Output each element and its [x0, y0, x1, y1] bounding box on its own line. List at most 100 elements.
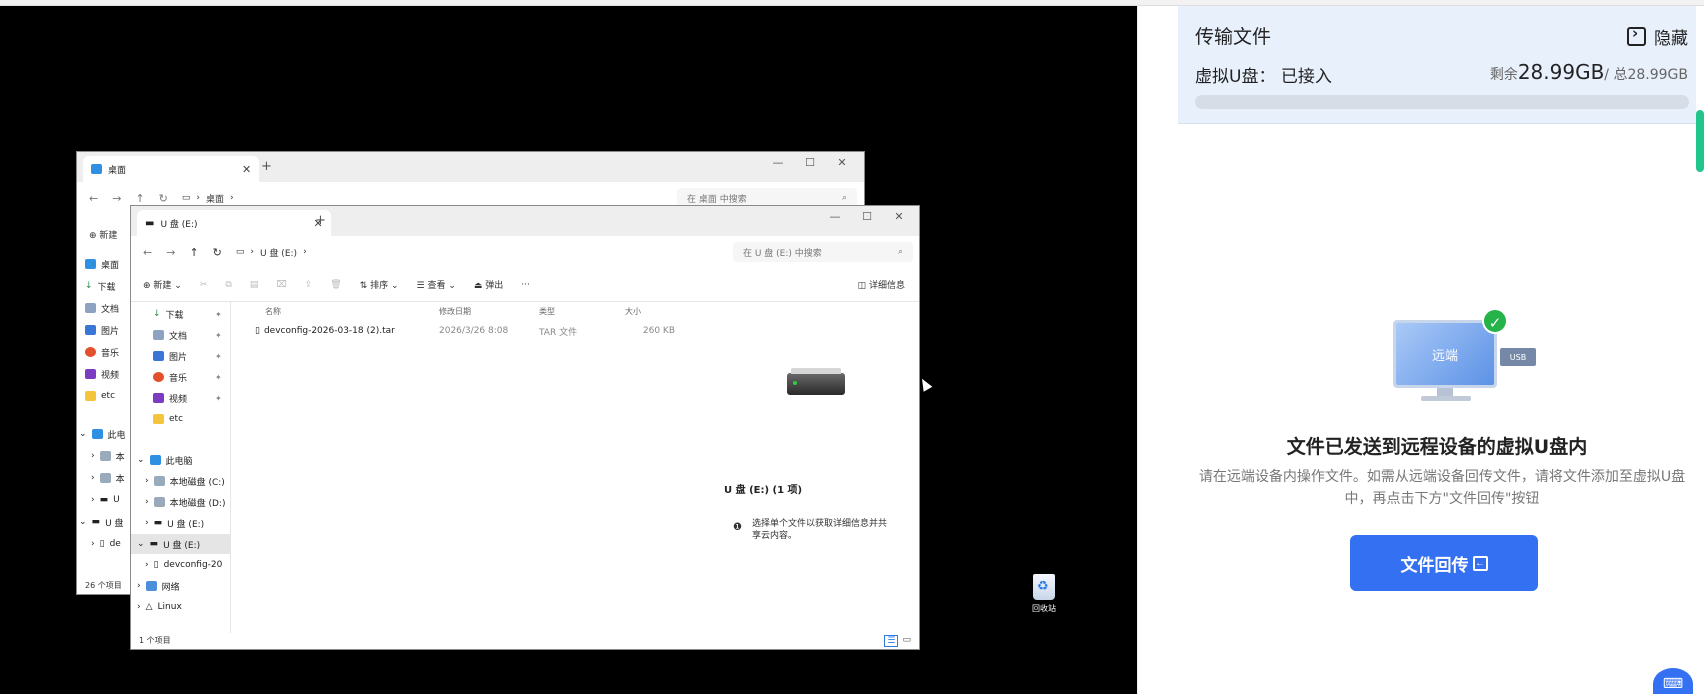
sidebar-item[interactable]: › 本: [91, 446, 125, 466]
sidebar-item-file[interactable]: › ▯ devconfig-20: [145, 555, 222, 575]
sidebar-item[interactable]: ⌄ 此电: [79, 424, 126, 444]
search-icon: ⌕: [897, 247, 903, 257]
window-controls: — ☐ ✕: [762, 156, 858, 169]
sidebar-item-drive-e[interactable]: › ▬ U 盘 (E:): [145, 513, 204, 533]
breadcrumb[interactable]: ▭ › 桌面 ›: [182, 192, 234, 205]
forward-arrow-icon[interactable]: →: [112, 192, 121, 205]
sidebar-item-network[interactable]: › 网络: [137, 576, 180, 596]
column-size[interactable]: 大小: [625, 306, 641, 322]
sidebar-item[interactable]: ↓ 下载: [85, 276, 116, 296]
back-arrow-icon[interactable]: ←: [143, 246, 152, 259]
explorer-window-usb[interactable]: ▬ U 盘 (E:) ✕ + — ☐ ✕ ← → ↑ ↻ ▭ › U 盘 (E:): [130, 205, 920, 650]
eject-button[interactable]: ⏏ 弹出: [474, 278, 503, 291]
message-title: 文件已发送到远程设备的虚拟U盘内: [1286, 436, 1588, 458]
column-date[interactable]: 修改日期: [439, 306, 471, 322]
sidebar-item-pictures[interactable]: 图片 ✦: [153, 346, 222, 366]
close-tab-icon[interactable]: ✕: [242, 163, 251, 176]
breadcrumb-item[interactable]: U 盘 (E:): [260, 246, 297, 259]
sidebar-item-documents[interactable]: 文档 ✦: [153, 325, 222, 345]
file-size: 260 KB: [642, 326, 675, 336]
title-bar[interactable]: ▬ U 盘 (E:) ✕ + — ☐ ✕: [131, 206, 919, 236]
new-tab-icon[interactable]: +: [261, 159, 272, 174]
hide-button[interactable]: 隐藏: [1627, 24, 1688, 49]
sidebar-item-etc[interactable]: etc: [153, 409, 183, 429]
search-placeholder: 在 U 盘 (E:) 中搜索: [743, 248, 822, 259]
cut-icon[interactable]: ✂: [200, 280, 208, 290]
search-box[interactable]: 在 U 盘 (E:) 中搜索 ⌕: [733, 242, 913, 262]
sidebar-item-music[interactable]: 音乐 ✦: [153, 367, 222, 387]
column-name[interactable]: 名称: [265, 306, 281, 322]
maximize-icon[interactable]: ☐: [851, 210, 883, 223]
tile-view-icon[interactable]: ▭: [902, 635, 911, 647]
sidebar-item-downloads[interactable]: ↓ 下载 ✦: [153, 304, 222, 324]
breadcrumb-item[interactable]: 桌面: [206, 192, 224, 205]
sidebar-item[interactable]: 桌面: [85, 254, 119, 274]
refresh-icon[interactable]: ↻: [159, 192, 168, 205]
new-tab-icon[interactable]: +: [315, 213, 326, 228]
maximize-icon[interactable]: ☐: [794, 156, 826, 169]
sidebar-item[interactable]: › ▯ de: [91, 534, 121, 554]
usb-status: 虚拟U盘： 已接入: [1195, 67, 1332, 87]
column-type[interactable]: 类型: [539, 306, 555, 322]
remaining-value: 28.99GB: [1517, 60, 1605, 84]
sidebar-item-drive-c[interactable]: › 本地磁盘 (C:): [145, 471, 225, 491]
refresh-icon[interactable]: ↻: [213, 246, 222, 259]
details-button[interactable]: ◫ 详细信息: [858, 278, 905, 291]
sidebar-item[interactable]: 视频: [85, 364, 119, 384]
linux-icon: △: [145, 602, 153, 612]
file-name: devconfig-2026-03-18 (2).tar: [263, 326, 395, 336]
usb-stick-icon: USB: [1500, 348, 1536, 366]
minimize-icon[interactable]: —: [762, 156, 794, 169]
minimize-icon[interactable]: —: [819, 210, 851, 223]
usb-drive-image: [787, 368, 845, 395]
view-button[interactable]: ☰ 查看 ⌄: [417, 278, 456, 291]
new-button[interactable]: ⊕ 新建 ⌄: [143, 278, 182, 291]
share-icon[interactable]: ⇪: [305, 280, 313, 290]
sidebar-item[interactable]: 图片: [85, 320, 119, 340]
sidebar-item[interactable]: ⌄ ▬ U 盘: [79, 512, 124, 532]
sort-button[interactable]: ⇅ 排序 ⌄: [360, 278, 399, 291]
storage-info: 剩余 28.99GB / 总28.99GB: [1489, 60, 1688, 84]
sidebar-item-drive-e-selected[interactable]: ⌄ ▬ U 盘 (E:): [131, 534, 230, 554]
recycle-bin[interactable]: 回收站: [1026, 574, 1062, 614]
details-info: 选择单个文件以获取详细信息并共享云内容。: [752, 519, 888, 541]
pin-icon: ✦: [215, 372, 222, 382]
back-arrow-icon[interactable]: ←: [89, 192, 98, 205]
up-arrow-icon[interactable]: ↑: [189, 246, 198, 259]
keyboard-icon[interactable]: ⌨: [1653, 668, 1693, 694]
sidebar-item[interactable]: 音乐: [85, 342, 119, 362]
delete-icon[interactable]: 🗑: [330, 280, 341, 290]
sidebar-item-linux[interactable]: › △ Linux: [137, 597, 182, 617]
close-window-icon[interactable]: ✕: [826, 156, 858, 169]
sidebar-item[interactable]: › ▬ U: [91, 490, 120, 510]
title-bar[interactable]: 桌面 ✕ + — ☐ ✕: [77, 152, 864, 182]
rename-icon[interactable]: ⌧: [276, 280, 286, 290]
sidebar-item[interactable]: › 本: [91, 468, 125, 488]
tab-usb-drive[interactable]: ▬ U 盘 (E:) ✕: [137, 210, 331, 236]
list-view-icon[interactable]: ☰: [884, 635, 899, 647]
new-button[interactable]: ⊕ 新建: [89, 228, 117, 241]
sidebar-item-drive-d[interactable]: › 本地磁盘 (D:): [145, 492, 225, 512]
sidebar-item-this-pc[interactable]: ⌄ 此电脑: [137, 450, 193, 470]
sidebar-item[interactable]: etc: [85, 386, 115, 406]
remote-desktop[interactable]: 桌面 ✕ + — ☐ ✕ ← → ↑ ↻ ▭ › 桌面 › 在 桌面 中搜索 ⌕…: [0, 6, 1137, 694]
file-return-button[interactable]: 文件回传 ←: [1350, 535, 1538, 591]
more-button[interactable]: ···: [521, 280, 530, 290]
breadcrumb[interactable]: ▭ › U 盘 (E:) ›: [236, 246, 307, 259]
monitor-icon: ▭: [235, 247, 245, 257]
copy-icon[interactable]: ⧉: [225, 280, 231, 290]
monitor-icon: ▭: [181, 193, 191, 203]
up-arrow-icon[interactable]: ↑: [135, 192, 144, 205]
desktop-folder-icon: [91, 164, 102, 174]
paste-icon[interactable]: ▤: [250, 280, 259, 290]
drive-icon: ▬: [145, 217, 155, 229]
file-row[interactable]: ▯ devconfig-2026-03-18 (2).tar 2026/3/26 …: [255, 322, 695, 340]
scroll-indicator[interactable]: [1696, 110, 1704, 172]
sidebar-item[interactable]: 文档: [85, 298, 119, 318]
forward-arrow-icon[interactable]: →: [166, 246, 175, 259]
pin-icon: ✦: [215, 393, 222, 403]
search-icon: ⌕: [841, 193, 847, 203]
sidebar-item-videos[interactable]: 视频 ✦: [153, 388, 222, 408]
close-window-icon[interactable]: ✕: [883, 210, 915, 223]
tab-desktop[interactable]: 桌面 ✕: [83, 156, 260, 182]
